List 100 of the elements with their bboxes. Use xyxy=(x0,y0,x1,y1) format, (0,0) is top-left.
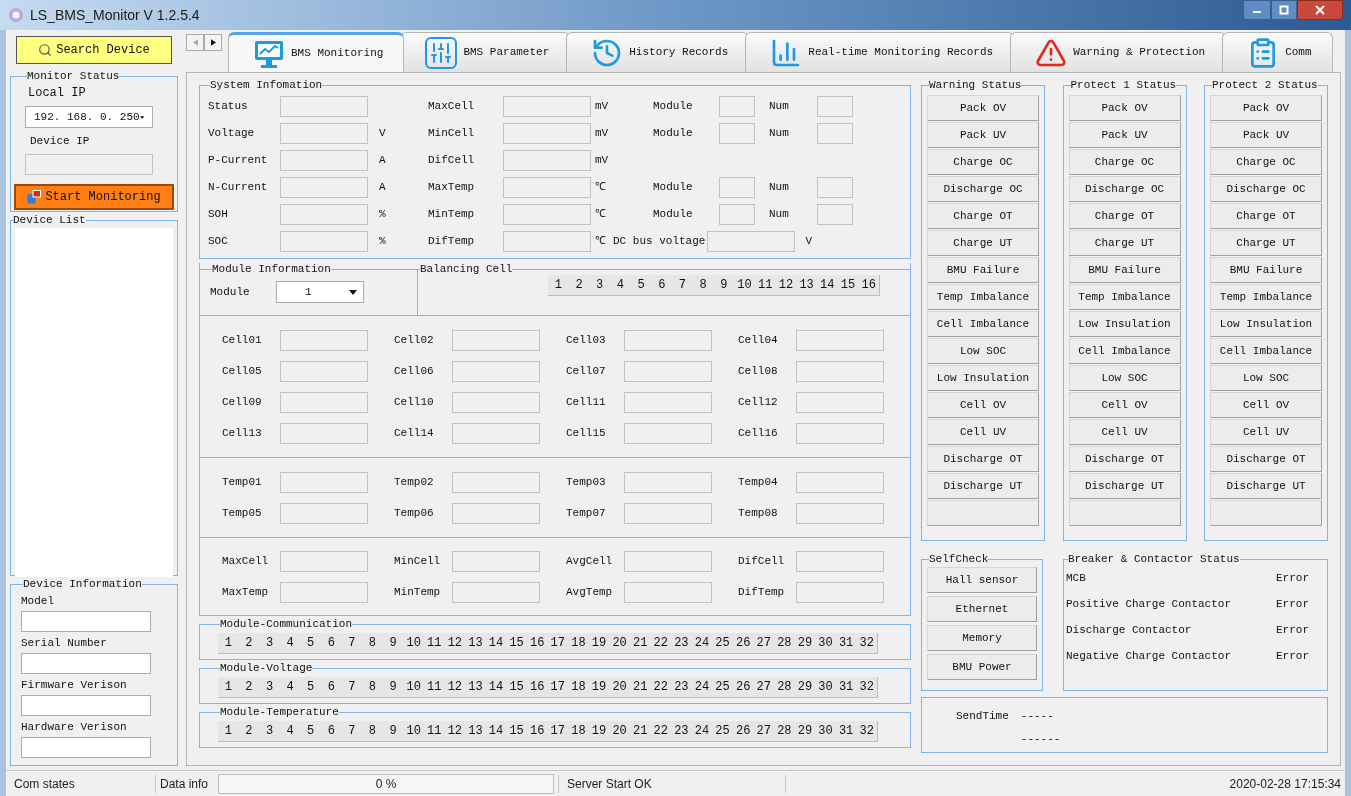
status-button[interactable]: Discharge OC xyxy=(927,176,1039,202)
status-button[interactable]: Cell UV xyxy=(927,419,1039,445)
status-button[interactable]: Temp Imbalance xyxy=(927,284,1039,310)
status-button[interactable]: Ethernet xyxy=(927,596,1037,622)
status-button[interactable]: Pack OV xyxy=(1210,95,1322,121)
input-field[interactable] xyxy=(452,329,540,351)
minimize-button[interactable] xyxy=(1243,0,1271,20)
input-field[interactable] xyxy=(21,653,151,674)
input-field[interactable] xyxy=(452,581,540,603)
status-button[interactable]: BMU Failure xyxy=(1068,257,1181,283)
status-button[interactable]: Charge UT xyxy=(1068,230,1181,256)
input-field[interactable] xyxy=(796,360,884,382)
input-field[interactable] xyxy=(21,611,151,632)
status-button[interactable]: Charge OC xyxy=(927,149,1039,175)
input-field[interactable] xyxy=(452,391,540,413)
input-field[interactable] xyxy=(503,123,591,144)
status-button[interactable]: Cell OV xyxy=(1210,392,1322,418)
input-field[interactable] xyxy=(817,177,853,198)
status-button[interactable]: Charge UT xyxy=(1210,230,1322,256)
input-field[interactable] xyxy=(280,391,368,413)
input-field[interactable] xyxy=(280,422,368,444)
input-field[interactable] xyxy=(280,123,368,144)
status-button[interactable]: Pack UV xyxy=(927,122,1039,148)
input-field[interactable] xyxy=(21,737,151,758)
input-field[interactable] xyxy=(796,422,884,444)
input-field[interactable] xyxy=(817,123,853,144)
status-button[interactable]: Pack UV xyxy=(1210,122,1322,148)
input-field[interactable] xyxy=(719,123,755,144)
status-button[interactable]: Charge UT xyxy=(927,230,1039,256)
status-button[interactable]: Charge OT xyxy=(1210,203,1322,229)
status-button[interactable]: Memory xyxy=(927,625,1037,651)
input-field[interactable] xyxy=(503,150,591,171)
input-field[interactable] xyxy=(796,391,884,413)
start-monitoring-button[interactable]: Start Monitoring xyxy=(14,183,174,210)
input-field[interactable] xyxy=(280,581,368,603)
status-button[interactable]: Hall sensor xyxy=(927,567,1037,593)
status-button[interactable]: BMU Power xyxy=(927,654,1037,680)
input-field[interactable] xyxy=(452,550,540,572)
status-button[interactable]: Discharge UT xyxy=(1068,473,1181,499)
input-field[interactable] xyxy=(624,502,712,524)
input-field[interactable] xyxy=(503,231,591,252)
input-field[interactable] xyxy=(503,96,591,117)
status-button[interactable]: Cell OV xyxy=(1068,392,1181,418)
input-field[interactable] xyxy=(452,502,540,524)
input-field[interactable] xyxy=(624,471,712,493)
input-field[interactable] xyxy=(624,329,712,351)
device-list[interactable] xyxy=(15,228,173,577)
status-button[interactable]: Discharge OC xyxy=(1210,176,1322,202)
input-field[interactable] xyxy=(280,471,368,493)
status-button[interactable]: Discharge OT xyxy=(1068,446,1181,472)
status-button[interactable]: Cell UV xyxy=(1068,419,1181,445)
status-button[interactable]: Charge OC xyxy=(1210,149,1322,175)
status-button[interactable]: Cell OV xyxy=(927,392,1039,418)
input-field[interactable] xyxy=(280,550,368,572)
tab[interactable]: Comm xyxy=(1222,32,1333,72)
status-button[interactable]: Pack OV xyxy=(927,95,1039,121)
input-field[interactable] xyxy=(21,695,151,716)
local-ip-dropdown[interactable]: 192. 168. 0. 250 xyxy=(25,106,153,128)
status-button[interactable]: Temp Imbalance xyxy=(1210,284,1322,310)
input-field[interactable] xyxy=(817,96,853,117)
tab[interactable]: BMS Monitoring xyxy=(228,32,405,72)
input-field[interactable] xyxy=(624,581,712,603)
status-button[interactable]: Cell Imbalance xyxy=(927,311,1039,337)
input-field[interactable] xyxy=(280,360,368,382)
input-field[interactable] xyxy=(796,550,884,572)
maximize-button[interactable] xyxy=(1271,0,1297,20)
input-field[interactable] xyxy=(25,153,153,175)
input-field[interactable] xyxy=(503,204,591,225)
status-button[interactable]: Pack UV xyxy=(1068,122,1181,148)
status-button[interactable]: Low SOC xyxy=(927,338,1039,364)
input-field[interactable] xyxy=(624,360,712,382)
input-field[interactable] xyxy=(280,329,368,351)
status-button[interactable]: Charge OC xyxy=(1068,149,1181,175)
input-field[interactable] xyxy=(280,177,368,198)
module-dropdown[interactable]: 1 xyxy=(276,281,364,303)
close-button[interactable] xyxy=(1297,0,1343,20)
input-field[interactable] xyxy=(280,96,368,117)
status-button[interactable]: Discharge UT xyxy=(927,473,1039,499)
input-field[interactable] xyxy=(280,502,368,524)
input-field[interactable] xyxy=(280,150,368,171)
status-button[interactable]: Cell Imbalance xyxy=(1068,338,1181,364)
status-button[interactable]: Low SOC xyxy=(1068,365,1181,391)
status-button[interactable]: Charge OT xyxy=(1068,203,1181,229)
input-field[interactable] xyxy=(624,391,712,413)
status-button[interactable]: Low SOC xyxy=(1210,365,1322,391)
status-button[interactable]: Temp Imbalance xyxy=(1068,284,1181,310)
search-device-button[interactable]: Search Device xyxy=(16,36,172,64)
input-field[interactable] xyxy=(719,177,755,198)
status-button[interactable]: Low Insulation xyxy=(1210,311,1322,337)
status-button[interactable]: Discharge UT xyxy=(1210,473,1322,499)
input-field[interactable] xyxy=(707,231,796,252)
status-button[interactable]: Discharge OT xyxy=(927,446,1039,472)
status-button[interactable]: Cell Imbalance xyxy=(1210,338,1322,364)
input-field[interactable] xyxy=(719,204,755,225)
status-button[interactable] xyxy=(1210,500,1322,526)
input-field[interactable] xyxy=(624,550,712,572)
status-button[interactable] xyxy=(1068,500,1181,526)
input-field[interactable] xyxy=(452,360,540,382)
status-button[interactable]: Low Insulation xyxy=(927,365,1039,391)
input-field[interactable] xyxy=(796,471,884,493)
